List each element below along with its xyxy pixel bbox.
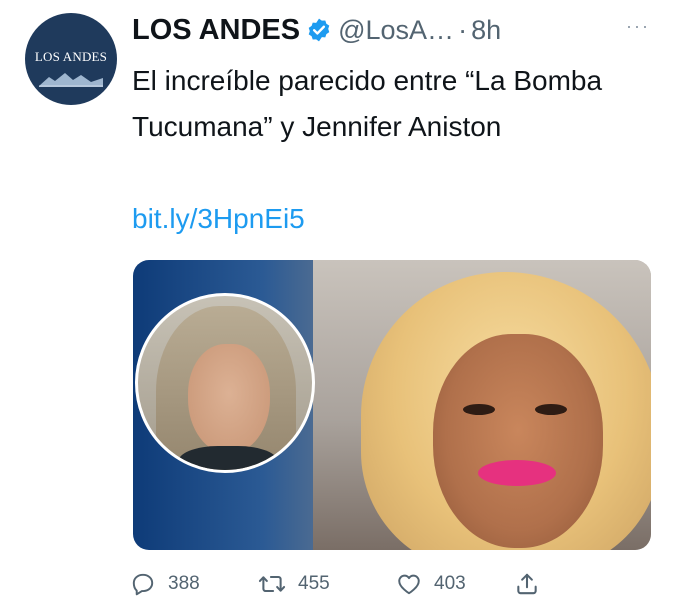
reply-icon [132, 573, 154, 596]
heart-icon [398, 574, 420, 595]
tweet-link[interactable]: bit.ly/3HpnEi5 [132, 196, 305, 242]
woman-lips [478, 460, 556, 486]
avatar-logo-text: LOS ANDES [34, 49, 108, 64]
woman-eye-left [463, 404, 495, 415]
retweet-icon [258, 575, 286, 593]
handle[interactable]: @LosA… [338, 15, 454, 46]
tweet-header: LOS ANDES @LosA… · 8h [132, 10, 660, 50]
mountains-icon [39, 73, 103, 87]
inset-portrait [135, 293, 315, 473]
retweet-count: 455 [298, 573, 330, 594]
avatar[interactable]: LOS ANDES [25, 13, 117, 105]
verified-badge-icon [306, 17, 332, 43]
like-count: 403 [434, 573, 466, 594]
tweet-text: El increíble parecido entre “La Bomba Tu… [132, 65, 603, 142]
retweet-button[interactable]: 455 [258, 571, 396, 597]
display-name[interactable]: LOS ANDES [132, 14, 300, 47]
woman-eye-right [535, 404, 567, 415]
reply-button[interactable]: 388 [130, 571, 258, 597]
like-button[interactable]: 403 [396, 571, 514, 597]
more-options-icon[interactable]: ··· [626, 16, 650, 37]
separator-dot: · [458, 14, 468, 45]
reply-count: 388 [168, 573, 200, 594]
tweet-actions: 388 455 403 [130, 566, 640, 602]
inset-clothing [178, 446, 278, 470]
share-icon [517, 573, 537, 595]
timestamp[interactable]: 8h [471, 15, 501, 46]
woman-face [433, 334, 603, 548]
inset-face [188, 344, 270, 454]
share-button[interactable] [514, 571, 540, 597]
tweet-media-image[interactable] [133, 260, 651, 550]
